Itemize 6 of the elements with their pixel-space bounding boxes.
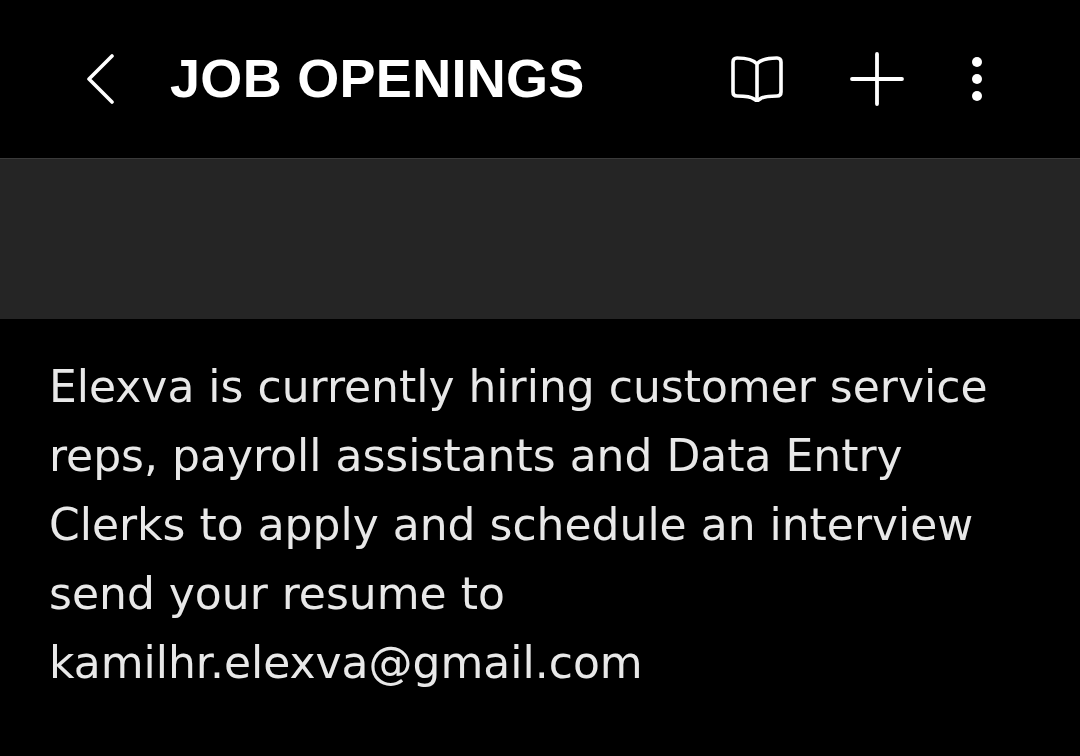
plus-icon[interactable] — [850, 52, 904, 106]
screen-title: JOB OPENINGS — [170, 49, 585, 109]
message-text: Elexva is currently hiring customer service reps, payroll assistants and Data Entry Clerks to apply and schedule an interview send your resume to kamilhr.elexva@gmail.com — [49, 360, 989, 690]
back-icon[interactable] — [86, 54, 114, 104]
more-options-icon[interactable] — [970, 56, 984, 102]
book-icon[interactable] — [731, 56, 783, 102]
